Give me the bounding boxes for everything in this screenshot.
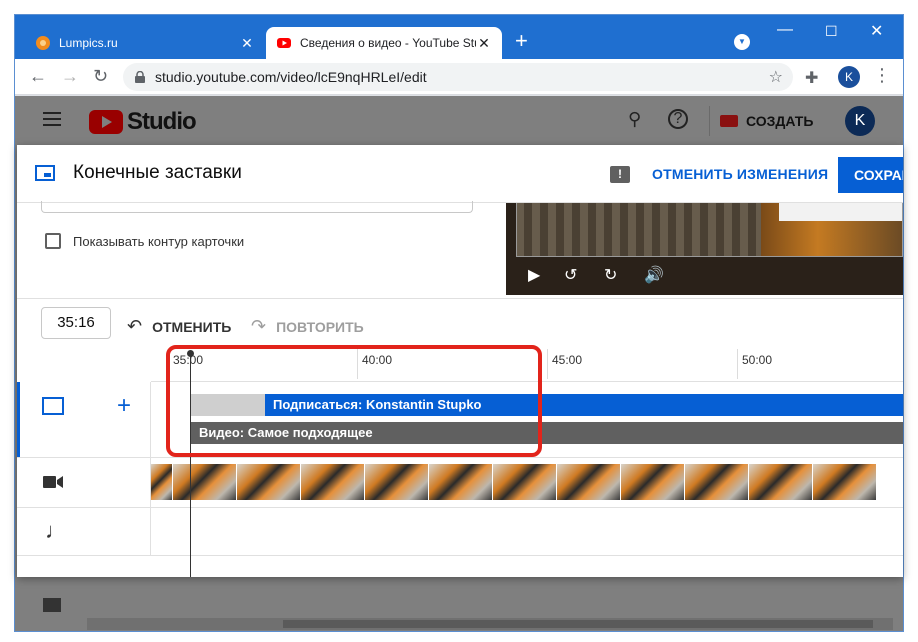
- menu-icon[interactable]: ⋮: [873, 65, 891, 86]
- film-frame: [301, 464, 365, 500]
- redo-label: ПОВТОРИТЬ: [276, 318, 364, 335]
- tab-lumpics[interactable]: Lumpics.ru ✕: [25, 27, 265, 59]
- tab-search-icon[interactable]: ▼: [734, 34, 750, 50]
- current-time-field[interactable]: 35:16: [41, 307, 111, 339]
- lumpics-favicon-icon: [36, 36, 50, 50]
- channel-avatar[interactable]: K: [845, 106, 875, 136]
- track-gutter: ♩: [17, 508, 151, 555]
- ruler-tick: 50:00: [737, 349, 772, 379]
- safe-area-outline: [516, 203, 903, 257]
- tab-title: Сведения о видео - YouTube Studio: [300, 36, 476, 50]
- film-frame: [429, 464, 493, 500]
- extensions-icon[interactable]: ✚: [805, 68, 818, 88]
- video-preview-player[interactable]: ▶ ↺ ↻ 🔊: [506, 203, 903, 295]
- video-camera-icon: [43, 476, 63, 488]
- redo-icon: ↷: [251, 316, 267, 336]
- ruler-tick: 45:00: [547, 349, 582, 379]
- music-note-icon: ♩: [45, 518, 67, 543]
- youtube-studio-logo[interactable]: Studio: [89, 108, 197, 136]
- volume-icon[interactable]: 🔊: [644, 265, 664, 285]
- maximize-icon[interactable]: ☐: [825, 23, 838, 40]
- minimize-icon[interactable]: —: [777, 21, 793, 39]
- tab-title: Lumpics.ru: [59, 36, 118, 50]
- feedback-icon[interactable]: [43, 598, 61, 612]
- modal-title: Конечные заставки: [73, 162, 242, 183]
- film-frame: [365, 464, 429, 500]
- rewind-10-icon[interactable]: ↺: [564, 265, 577, 285]
- back-icon[interactable]: ←: [29, 66, 47, 87]
- film-frame: [685, 464, 749, 500]
- forward-10-icon[interactable]: ↻: [604, 265, 617, 285]
- window-close-icon[interactable]: ✕: [870, 21, 883, 41]
- youtube-play-icon: [89, 110, 123, 134]
- text-field-bottom[interactable]: [41, 201, 473, 213]
- film-frame: [621, 464, 685, 500]
- save-button[interactable]: СОХРАНИТЬ: [838, 157, 903, 193]
- video-camera-icon: [720, 115, 738, 127]
- active-track-marker: [17, 382, 20, 457]
- track-gutter: +: [17, 382, 151, 457]
- undo-icon: ↶: [127, 316, 143, 336]
- video-filmstrip[interactable]: [151, 464, 903, 500]
- create-label: СОЗДАТЬ: [746, 113, 814, 129]
- browser-toolbar: ← → ↻ studio.youtube.com/video/lcE9nqHRL…: [15, 59, 903, 95]
- film-frame: [557, 464, 621, 500]
- bookmark-star-icon[interactable]: ☆: [769, 67, 783, 87]
- search-icon[interactable]: ⚲: [628, 109, 641, 130]
- close-icon[interactable]: ✕: [476, 35, 492, 52]
- editor-upper-panel: Показывать контур карточки ▶ ↺ ↻ 🔊: [17, 201, 903, 299]
- new-tab-button[interactable]: +: [515, 30, 528, 52]
- show-outline-checkbox[interactable]: [45, 233, 61, 249]
- play-icon[interactable]: ▶: [528, 265, 540, 285]
- close-icon[interactable]: ✕: [239, 35, 255, 52]
- horizontal-scrollbar[interactable]: [87, 618, 893, 630]
- film-frame: [813, 464, 877, 500]
- undo-label: ОТМЕНИТЬ: [152, 318, 232, 335]
- undo-button[interactable]: ↶ ОТМЕНИТЬ: [127, 316, 231, 337]
- studio-header: Studio ⚲ ? СОЗДАТЬ K: [15, 96, 903, 144]
- show-outline-label: Показывать контур карточки: [73, 234, 245, 249]
- modal-header: Конечные заставки ! ОТМЕНИТЬ ИЗМЕНЕНИЯ С…: [17, 145, 903, 203]
- url-text: studio.youtube.com/video/lcE9nqHRLeI/edi…: [155, 69, 427, 85]
- logo-text: Studio: [127, 108, 197, 135]
- timeline-toolbar: 35:16 ↶ ОТМЕНИТЬ ↷ ПОВТОРИТЬ: [17, 299, 903, 349]
- help-icon[interactable]: ?: [668, 109, 688, 129]
- undo-changes-button[interactable]: ОТМЕНИТЬ ИЗМЕНЕНИЯ: [652, 166, 828, 182]
- create-button[interactable]: СОЗДАТЬ: [709, 106, 823, 136]
- redo-button[interactable]: ↷ ПОВТОРИТЬ: [251, 316, 364, 337]
- film-frame: [493, 464, 557, 500]
- feedback-icon[interactable]: !: [610, 166, 630, 183]
- reload-icon[interactable]: ↻: [93, 66, 108, 87]
- film-frame: [173, 464, 237, 500]
- end-screen-icon: [35, 165, 55, 181]
- film-frame: [749, 464, 813, 500]
- video-track: [17, 458, 903, 508]
- tab-strip: Lumpics.ru ✕ Сведения о видео - YouTube …: [15, 15, 903, 59]
- add-element-icon[interactable]: +: [117, 392, 131, 420]
- film-frame: [237, 464, 301, 500]
- tab-youtube-studio[interactable]: Сведения о видео - YouTube Studio ✕: [266, 27, 502, 59]
- hamburger-menu-icon[interactable]: [43, 112, 61, 126]
- annotation-highlight-box: [166, 345, 542, 457]
- scrollbar-thumb[interactable]: [283, 620, 873, 628]
- youtube-favicon-icon: [277, 38, 291, 48]
- address-bar[interactable]: studio.youtube.com/video/lcE9nqHRLeI/edi…: [123, 63, 793, 91]
- film-frame: [151, 464, 173, 500]
- end-screen-track-icon: [42, 397, 64, 415]
- track-gutter: [17, 458, 151, 507]
- forward-icon[interactable]: →: [61, 66, 79, 87]
- profile-avatar[interactable]: K: [838, 66, 860, 88]
- lock-icon: [135, 71, 145, 83]
- audio-track: ♩: [17, 508, 903, 556]
